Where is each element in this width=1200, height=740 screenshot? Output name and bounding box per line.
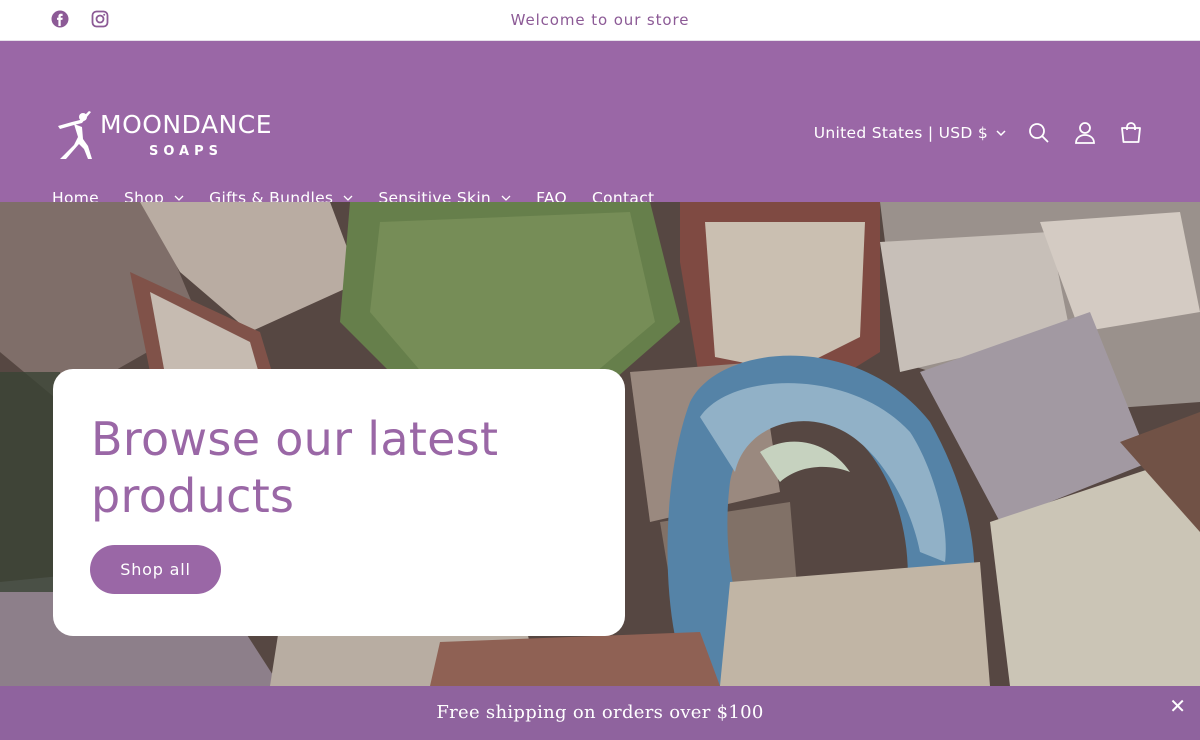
chevron-down-icon [501, 195, 511, 201]
brand-name: MOONDANCE [100, 109, 272, 139]
dancer-logo-icon [58, 111, 92, 159]
site-header: MOONDANCE SOAPS United States | USD $ Ho… [0, 41, 1200, 207]
hero-title: Browse our latest products [91, 412, 499, 523]
hero-content-card: Browse our latest products Shop all [53, 369, 625, 636]
promo-bar: Free shipping on orders over $100 ✕ [0, 686, 1200, 740]
locale-label: United States | USD $ [813, 124, 988, 142]
announcement-text: Welcome to our store [510, 11, 690, 29]
chevron-down-icon [996, 129, 1006, 136]
chevron-down-icon [174, 195, 184, 201]
chevron-down-icon [343, 195, 353, 201]
account-icon[interactable] [1074, 121, 1096, 145]
brand-subtitle: SOAPS [148, 143, 224, 159]
promo-text: Free shipping on orders over $100 [436, 702, 764, 723]
cart-icon[interactable] [1120, 121, 1142, 145]
announcement-bar: Welcome to our store [0, 0, 1200, 41]
search-icon[interactable] [1028, 121, 1050, 145]
brand-logo[interactable]: MOONDANCE SOAPS [52, 109, 272, 161]
hero-banner: Browse our latest products Shop all [0, 202, 1200, 686]
country-currency-selector[interactable]: United States | USD $ [814, 124, 1006, 142]
shop-all-button[interactable]: Shop all [90, 545, 221, 594]
close-icon[interactable]: ✕ [1169, 694, 1186, 718]
